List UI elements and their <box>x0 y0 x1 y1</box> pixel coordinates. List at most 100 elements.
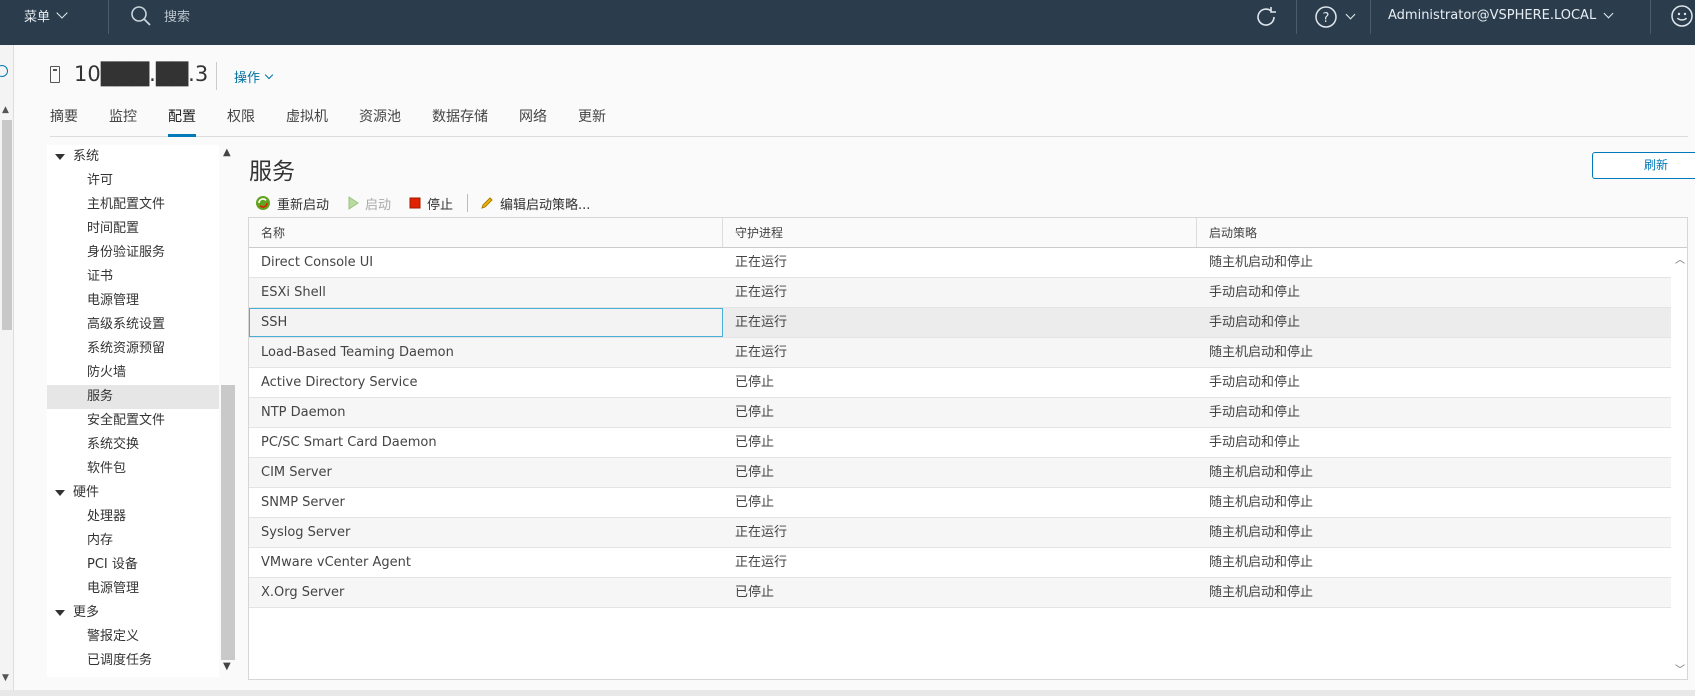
table-row[interactable]: Active Directory Service 已停止 手动启动和停止 <box>249 368 1673 398</box>
expand-triangle-icon[interactable] <box>55 490 65 496</box>
tree-item-system-swap[interactable]: 系统交换 <box>47 433 237 457</box>
tree-item-host-profile[interactable]: 主机配置文件 <box>47 193 237 217</box>
tab-configure[interactable]: 配置 <box>168 105 196 137</box>
table-row[interactable]: Direct Console UI 正在运行 随主机启动和停止 <box>249 248 1673 278</box>
cell-daemon-status: 已停止 <box>735 435 775 450</box>
divider <box>1296 0 1297 34</box>
cell-daemon-status: 已停止 <box>735 585 775 600</box>
divider <box>1370 0 1371 34</box>
table-row[interactable]: PC/SC Smart Card Daemon 已停止 手动启动和停止 <box>249 428 1673 458</box>
tree-item-pci-devices[interactable]: PCI 设备 <box>47 553 237 577</box>
cell-service-name: Load-Based Teaming Daemon <box>261 345 454 360</box>
tree-item-time-config[interactable]: 时间配置 <box>47 217 237 241</box>
scroll-up-arrow[interactable]: ▲ <box>2 105 9 115</box>
scroll-down-arrow[interactable]: ▼ <box>223 661 231 672</box>
restart-button[interactable]: 重新启动 <box>255 194 329 213</box>
tree-item-firewall[interactable]: 防火墙 <box>47 361 237 385</box>
host-name: 10███.██.3 <box>74 62 209 86</box>
services-toolbar: 重新启动 启动 停止 编辑启动策略... <box>255 193 608 213</box>
tree-item-licensing[interactable]: 许可 <box>47 169 237 193</box>
main-menu-button[interactable]: 菜单 <box>24 0 68 31</box>
table-row[interactable]: Syslog Server 正在运行 随主机启动和停止 <box>249 518 1673 548</box>
column-header-daemon[interactable]: 守护进程 <box>723 218 1197 247</box>
tree-item-advanced-settings[interactable]: 高级系统设置 <box>47 313 237 337</box>
chevron-down-icon <box>264 70 274 79</box>
inventory-pane-edge: ▲ ▼ <box>0 45 14 690</box>
bottom-bar <box>0 690 1695 696</box>
tree-item-scheduled-tasks[interactable]: 已调度任务 <box>47 649 237 673</box>
tab-datastores[interactable]: 数据存储 <box>432 105 488 137</box>
tree-item-power-management[interactable]: 电源管理 <box>47 289 237 313</box>
global-refresh-button[interactable] <box>1253 4 1279 30</box>
table-row[interactable]: SSH 正在运行 手动启动和停止 <box>249 308 1673 338</box>
tab-permissions[interactable]: 权限 <box>227 105 255 137</box>
tree-item-packages[interactable]: 软件包 <box>47 457 237 481</box>
tree-group-more[interactable]: 更多 <box>47 601 237 625</box>
table-row[interactable]: SNMP Server 已停止 随主机启动和停止 <box>249 488 1673 518</box>
tab-summary[interactable]: 摘要 <box>50 105 78 137</box>
table-row[interactable]: Load-Based Teaming Daemon 正在运行 随主机启动和停止 <box>249 338 1673 368</box>
cell-daemon-status: 正在运行 <box>735 285 788 300</box>
page-title: 服务 <box>249 159 295 185</box>
tab-vms[interactable]: 虚拟机 <box>286 105 328 137</box>
cell-startup-policy: 随主机启动和停止 <box>1209 495 1314 510</box>
table-row[interactable]: ESXi Shell 正在运行 手动启动和停止 <box>249 278 1673 308</box>
global-search-input[interactable]: 搜索 <box>130 0 190 31</box>
scroll-up-arrow[interactable]: ▲ <box>223 147 231 158</box>
cell-startup-policy: 随主机启动和停止 <box>1209 555 1314 570</box>
chevron-down-icon <box>1345 9 1356 20</box>
cell-service-name: VMware vCenter Agent <box>261 555 411 570</box>
tree-item-alarm-definitions[interactable]: 警报定义 <box>47 625 237 649</box>
tree-item-services[interactable]: 服务 <box>47 385 219 409</box>
inventory-icon[interactable] <box>0 65 8 77</box>
cell-service-name: SSH <box>249 308 723 337</box>
tree-scrollbar[interactable]: ▲ ▼ <box>219 145 237 677</box>
feedback-button[interactable] <box>1670 4 1694 32</box>
scroll-down-arrow[interactable]: ﹀ <box>1675 661 1685 676</box>
search-icon <box>131 5 151 26</box>
search-placeholder: 搜索 <box>164 10 191 25</box>
scrollbar-thumb[interactable] <box>2 120 12 330</box>
cell-startup-policy: 手动启动和停止 <box>1209 285 1301 300</box>
expand-triangle-icon[interactable] <box>55 610 65 616</box>
stop-button[interactable]: 停止 <box>409 194 453 213</box>
tree-group-hardware[interactable]: 硬件 <box>47 481 237 505</box>
tree-item-processors[interactable]: 处理器 <box>47 505 237 529</box>
tree-item-hw-power-management[interactable]: 电源管理 <box>47 577 237 601</box>
column-header-startup-policy[interactable]: 启动策略 <box>1197 218 1673 247</box>
table-row[interactable]: VMware vCenter Agent 正在运行 随主机启动和停止 <box>249 548 1673 578</box>
refresh-button[interactable]: 刷新 <box>1592 152 1695 179</box>
expand-triangle-icon[interactable] <box>55 154 65 160</box>
start-button[interactable]: 启动 <box>347 194 391 213</box>
tree-item-memory[interactable]: 内存 <box>47 529 237 553</box>
tab-updates[interactable]: 更新 <box>578 105 606 137</box>
column-header-name[interactable]: 名称 <box>249 218 723 247</box>
tab-networks[interactable]: 网络 <box>519 105 547 137</box>
tab-resource-pools[interactable]: 资源池 <box>359 105 401 137</box>
table-row[interactable]: X.Org Server 已停止 随主机启动和停止 <box>249 578 1673 608</box>
tree-item-resource-reservation[interactable]: 系统资源预留 <box>47 337 237 361</box>
tree-item-certificate[interactable]: 证书 <box>47 265 237 289</box>
table-row[interactable]: CIM Server 已停止 随主机启动和停止 <box>249 458 1673 488</box>
scroll-up-arrow[interactable]: ︿ <box>1675 251 1685 266</box>
cell-startup-policy: 手动启动和停止 <box>1209 315 1301 330</box>
scroll-down-arrow[interactable]: ▼ <box>2 673 9 683</box>
user-menu-button[interactable]: Administrator@VSPHERE.LOCAL <box>1388 0 1614 31</box>
tree-item-auth-services[interactable]: 身份验证服务 <box>47 241 237 265</box>
tree-item-security-profile[interactable]: 安全配置文件 <box>47 409 237 433</box>
tree-group-system[interactable]: 系统 <box>47 145 237 169</box>
chevron-down-icon <box>56 7 68 19</box>
cell-service-name: SNMP Server <box>261 495 345 510</box>
host-icon <box>50 65 60 83</box>
smiley-icon <box>1671 5 1693 27</box>
table-scrollbar[interactable]: ︿ ﹀ <box>1671 249 1687 679</box>
help-menu-button[interactable]: ? <box>1314 4 1356 30</box>
cell-daemon-status: 已停止 <box>735 495 775 510</box>
edit-startup-policy-button[interactable]: 编辑启动策略... <box>480 194 590 213</box>
top-header-bar: 菜单 搜索 ? Administrator@VSPHERE.LOCAL <box>0 0 1695 45</box>
table-row[interactable]: NTP Daemon 已停止 手动启动和停止 <box>249 398 1673 428</box>
scrollbar-thumb[interactable] <box>221 385 235 660</box>
tab-monitor[interactable]: 监控 <box>109 105 137 137</box>
divider <box>1650 0 1651 34</box>
actions-menu-button[interactable]: 操作 <box>234 67 274 86</box>
